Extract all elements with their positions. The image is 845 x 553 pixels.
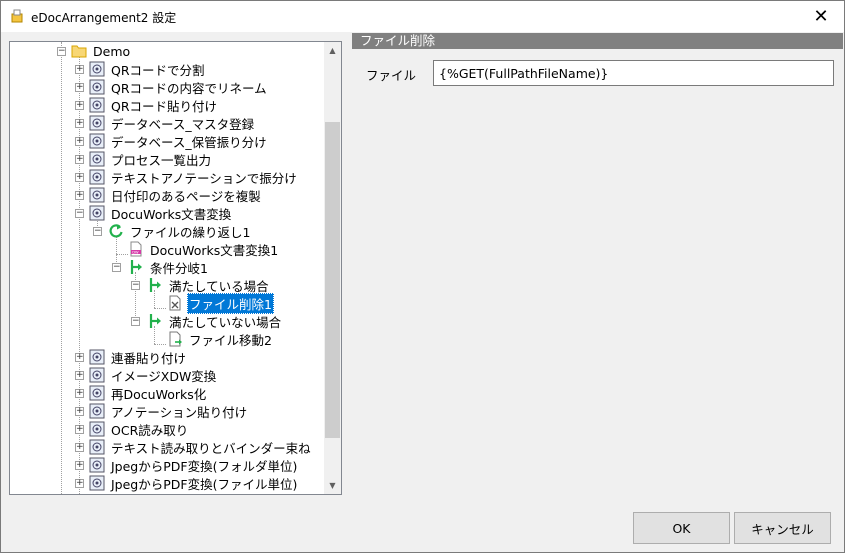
tree-item-branch[interactable]: 条件分岐1 <box>128 258 210 276</box>
tree-item-convert-step[interactable]: DW DocuWorks文書変換1 <box>128 240 280 258</box>
expand-toggle[interactable]: + <box>75 407 84 416</box>
collapse-toggle[interactable]: − <box>93 227 102 236</box>
collapse-toggle[interactable]: − <box>75 209 84 218</box>
loop-icon <box>109 224 123 238</box>
ok-button[interactable]: OK <box>633 512 730 544</box>
expand-toggle[interactable]: + <box>75 137 84 146</box>
process-icon <box>89 151 105 167</box>
tree-item[interactable]: データベース_マスタ登録 <box>89 114 256 132</box>
tree-item-not-satisfied[interactable]: 満たしていない場合 <box>147 312 283 330</box>
process-icon <box>89 367 105 383</box>
tree-item[interactable]: イメージXDW変換 <box>89 366 218 384</box>
settings-window: eDocArrangement2 設定 ✕ − Demo + QRコードで分割 … <box>0 0 845 553</box>
docuworks-document-icon: DW <box>130 241 142 257</box>
tree-item[interactable]: JpegからPDF変換(ファイル単位) <box>89 474 299 492</box>
tree-item-file-delete[interactable]: ファイル削除1 <box>167 292 274 314</box>
tree-item[interactable]: QRコード貼り付け <box>89 96 219 114</box>
process-icon <box>89 169 105 185</box>
tree-item[interactable]: アノテーション貼り付け <box>89 402 249 420</box>
tree-line <box>116 254 128 255</box>
branch-icon <box>149 278 161 292</box>
tree-item-docuworks-convert[interactable]: DocuWorks文書変換 <box>89 204 233 222</box>
section-header: ファイル削除 <box>352 33 843 49</box>
expand-toggle[interactable]: + <box>75 371 84 380</box>
chevron-up-icon: ▲ <box>329 46 336 55</box>
svg-text:DW: DW <box>132 250 139 254</box>
process-icon <box>89 187 105 203</box>
process-tree[interactable]: − Demo + QRコードで分割 + QRコードの内容でリネーム + QRコー… <box>9 41 342 495</box>
collapse-toggle[interactable]: − <box>57 47 66 56</box>
tree-item-file-move[interactable]: ファイル移動2 <box>167 330 274 348</box>
process-icon <box>89 61 105 77</box>
collapse-toggle[interactable]: − <box>131 317 140 326</box>
tree-item[interactable]: 日付印のあるページを複製 <box>89 186 263 204</box>
expand-toggle[interactable]: + <box>75 65 84 74</box>
branch-icon <box>130 260 142 274</box>
tree-scrollbar[interactable]: ▲ ▼ <box>324 42 341 494</box>
file-field-label: ファイル <box>366 68 417 83</box>
process-icon <box>89 403 105 419</box>
process-icon <box>89 439 105 455</box>
scroll-down-button[interactable]: ▼ <box>324 477 341 494</box>
tree-item-label: JpegからPDF変換(ファイル単位) <box>111 476 298 492</box>
process-icon <box>89 421 105 437</box>
expand-toggle[interactable]: + <box>75 353 84 362</box>
process-icon <box>89 457 105 473</box>
process-icon <box>89 205 105 221</box>
tree-item[interactable]: プロセス一覧出力 <box>89 150 213 168</box>
app-icon <box>11 9 23 23</box>
cancel-button[interactable]: キャンセル <box>734 512 831 544</box>
tree-item[interactable]: QRコードで分割 <box>89 60 207 78</box>
chevron-down-icon: ▼ <box>329 481 336 490</box>
expand-toggle[interactable]: + <box>75 119 84 128</box>
process-icon <box>89 79 105 95</box>
tree-item[interactable]: OCR読み取り <box>89 420 190 438</box>
expand-toggle[interactable]: + <box>75 479 84 488</box>
expand-toggle[interactable]: + <box>75 155 84 164</box>
tree-item[interactable]: QRコードの内容でリネーム <box>89 78 269 96</box>
tree-line <box>154 344 166 345</box>
process-icon <box>89 133 105 149</box>
process-icon <box>89 475 105 491</box>
branch-icon <box>149 314 161 328</box>
tree-item[interactable]: テキストアノテーションで振分け <box>89 168 299 186</box>
tree-item-file-loop[interactable]: ファイルの繰り返し1 <box>108 222 252 240</box>
tree-item[interactable]: 連番貼り付け <box>89 348 188 366</box>
process-icon <box>89 349 105 365</box>
tree-item[interactable]: JpegからPDF変換(フォルダ単位) <box>89 456 299 474</box>
process-icon <box>89 385 105 401</box>
scroll-up-button[interactable]: ▲ <box>324 42 341 59</box>
close-icon: ✕ <box>813 6 829 27</box>
expand-toggle[interactable]: + <box>75 443 84 452</box>
collapse-toggle[interactable]: − <box>131 281 140 290</box>
tree-item[interactable]: データベース_保管振り分け <box>89 132 269 150</box>
expand-toggle[interactable]: + <box>75 83 84 92</box>
tree-item[interactable]: テキスト読み取りとバインダー束ね <box>89 438 313 456</box>
expand-toggle[interactable]: + <box>75 425 84 434</box>
tree-item-demo[interactable]: Demo <box>71 42 132 60</box>
process-icon <box>89 115 105 131</box>
scroll-thumb[interactable] <box>325 122 340 438</box>
expand-toggle[interactable]: + <box>75 461 84 470</box>
collapse-toggle[interactable]: − <box>112 263 121 272</box>
file-delete-icon <box>169 295 181 311</box>
expand-toggle[interactable]: + <box>75 191 84 200</box>
folder-icon <box>71 45 87 58</box>
tree-line <box>154 308 166 309</box>
tree-item-label: ファイル移動2 <box>189 332 272 348</box>
process-icon <box>89 97 105 113</box>
file-path-input[interactable] <box>433 60 834 86</box>
tree-item-label: Demo <box>93 43 131 59</box>
expand-toggle[interactable]: + <box>75 173 84 182</box>
tree-line <box>61 42 62 494</box>
expand-toggle[interactable]: + <box>75 101 84 110</box>
title-bar: eDocArrangement2 設定 ✕ <box>1 1 844 32</box>
tree-item-satisfied[interactable]: 満たしている場合 <box>147 276 271 294</box>
close-button[interactable]: ✕ <box>798 1 844 32</box>
window-title: eDocArrangement2 設定 <box>31 11 177 25</box>
file-move-icon <box>169 331 182 347</box>
expand-toggle[interactable]: + <box>75 389 84 398</box>
tree-item[interactable]: 再DocuWorks化 <box>89 384 208 402</box>
